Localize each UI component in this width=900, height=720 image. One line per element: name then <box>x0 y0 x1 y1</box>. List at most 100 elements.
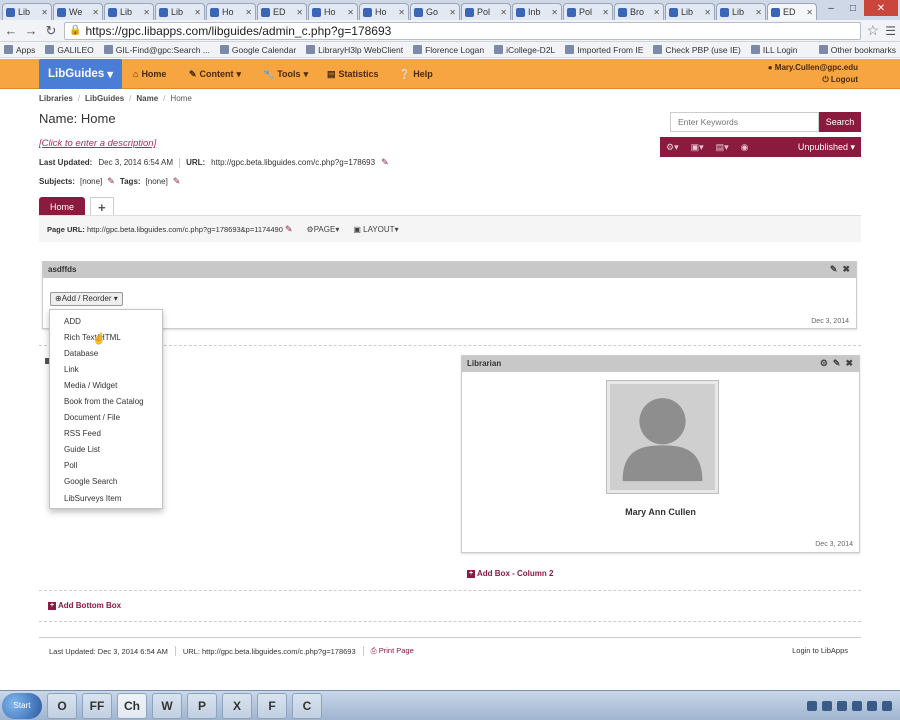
layout-icon[interactable]: ▤▾ <box>716 142 729 153</box>
dropdown-item[interactable]: Document / File <box>50 410 162 426</box>
close-icon[interactable]: ✖ <box>845 358 853 369</box>
url-bar[interactable]: 🔒 https://gpc.libapps.com/libguides/admi… <box>64 21 861 40</box>
taskbar-app[interactable]: O <box>47 692 77 719</box>
bookmark-item[interactable]: Imported From IE <box>565 45 643 55</box>
layout-options-button[interactable]: ▣ LAYOUT▾ <box>353 225 398 234</box>
bookmark-item[interactable]: LibraryH3lp WebClient <box>306 45 403 55</box>
login-libapps-link[interactable]: Login to LibApps <box>792 646 848 655</box>
bookmark-item[interactable]: Check PBP (use IE) <box>653 45 741 55</box>
close-tab-icon[interactable]: ✕ <box>296 8 303 17</box>
browser-tab[interactable]: We ✕ <box>53 3 103 20</box>
gear-icon[interactable]: ⚙ <box>820 358 828 369</box>
nav-home[interactable]: ⌂ Home <box>133 59 166 89</box>
start-button[interactable]: Start <box>2 692 42 719</box>
bookmark-item[interactable]: Apps <box>4 45 35 55</box>
edit-url-icon[interactable]: ✎ <box>381 157 389 168</box>
browser-tab[interactable]: Lib ✕ <box>716 3 766 20</box>
maximize-icon[interactable]: □ <box>842 0 864 16</box>
browser-tab[interactable]: Lib ✕ <box>155 3 205 20</box>
taskbar-app[interactable]: FF <box>82 692 112 719</box>
back-arrow-icon[interactable]: ← <box>4 23 18 38</box>
close-tab-icon[interactable]: ✕ <box>449 8 456 17</box>
box-title[interactable]: Librarian <box>467 359 501 368</box>
edit-tags-icon[interactable]: ✎ <box>173 176 181 187</box>
close-tab-icon[interactable]: ✕ <box>347 8 354 17</box>
browser-tab[interactable]: Ho ✕ <box>206 3 256 20</box>
forward-arrow-icon[interactable]: → <box>24 23 38 38</box>
other-bookmarks[interactable]: Other bookmarks <box>818 45 896 55</box>
dropdown-item[interactable]: Guide List <box>50 442 162 458</box>
close-tab-icon[interactable]: ✕ <box>41 8 48 17</box>
volume-icon[interactable] <box>882 700 892 711</box>
bookmark-item[interactable]: Google Calendar <box>219 45 296 55</box>
close-tab-icon[interactable]: ✕ <box>398 8 405 17</box>
network-icon[interactable] <box>867 700 877 711</box>
dropdown-item[interactable]: Database <box>50 345 162 361</box>
bookmark-item[interactable]: iCollege-D2L <box>494 45 555 55</box>
add-page-button[interactable]: + <box>90 197 114 216</box>
add-box-column-2[interactable]: + Add Box - Column 2 <box>467 569 553 578</box>
taskbar-app[interactable]: F <box>257 692 287 719</box>
nav-tools[interactable]: 🔧 Tools ▾ <box>263 59 308 89</box>
browser-tab[interactable]: ED ✕ <box>257 3 307 20</box>
browser-tab[interactable]: Inb ✕ <box>512 3 562 20</box>
pencil-icon[interactable]: ✎ <box>830 264 838 275</box>
close-tab-icon[interactable]: ✕ <box>602 8 609 17</box>
browser-tab[interactable]: Ho ✕ <box>308 3 358 20</box>
browser-tab[interactable]: Go ✕ <box>410 3 460 20</box>
taskbar-app[interactable]: W <box>152 692 182 719</box>
browser-tab[interactable]: Pol ✕ <box>563 3 613 20</box>
browser-tab[interactable]: ED ✕ <box>767 3 817 20</box>
edit-page-url-icon[interactable]: ✎ <box>285 224 293 234</box>
breadcrumb-libguides[interactable]: LibGuides <box>85 94 124 103</box>
tray-icon[interactable] <box>837 700 847 711</box>
dropdown-item[interactable]: Media / Widget <box>50 377 162 393</box>
edit-subjects-icon[interactable]: ✎ <box>107 176 115 187</box>
close-tab-icon[interactable]: ✕ <box>245 8 252 17</box>
tray-icon[interactable] <box>822 700 832 711</box>
dropdown-item[interactable]: LibSurveys Item <box>50 490 162 506</box>
libguides-menu-button[interactable]: LibGuides ▾ <box>39 59 122 89</box>
tab-home[interactable]: Home <box>39 197 86 216</box>
user-menu[interactable]: ● Mary.Cullen@gpc.edu ⏻ Logout <box>768 62 858 86</box>
user-email[interactable]: ● Mary.Cullen@gpc.edu <box>768 62 858 74</box>
pencil-icon[interactable]: ✎ <box>833 358 841 369</box>
close-window-icon[interactable]: ✕ <box>864 0 898 16</box>
close-tab-icon[interactable]: ✕ <box>551 8 558 17</box>
description-link[interactable]: [Click to enter a description] <box>39 138 156 149</box>
nav-help[interactable]: ❔ Help <box>399 59 433 89</box>
add-reorder-button[interactable]: ⊕Add / Reorder ▾ <box>50 292 123 306</box>
taskbar-app[interactable]: C <box>292 692 322 719</box>
close-tab-icon[interactable]: ✕ <box>704 8 711 17</box>
star-icon[interactable]: ☆ <box>867 22 880 39</box>
close-tab-icon[interactable]: ✕ <box>194 8 201 17</box>
tray-icon[interactable] <box>852 700 862 711</box>
logout-link[interactable]: ⏻ Logout <box>768 74 858 86</box>
print-page-link[interactable]: ⎙ Print Page <box>371 646 414 656</box>
nav-statistics[interactable]: ▤ Statistics <box>327 59 379 89</box>
close-icon[interactable]: ✖ <box>842 264 850 275</box>
browser-tab[interactable]: Ho ✕ <box>359 3 409 20</box>
dropdown-item[interactable]: Google Search <box>50 474 162 490</box>
nav-content[interactable]: ✎ Content ▾ <box>189 59 241 89</box>
tray-icon[interactable] <box>807 700 817 711</box>
close-tab-icon[interactable]: ✕ <box>143 8 150 17</box>
taskbar-app[interactable]: X <box>222 692 252 719</box>
breadcrumb-libraries[interactable]: Libraries <box>39 94 73 103</box>
bookmark-item[interactable]: ILL Login <box>750 45 798 55</box>
close-tab-icon[interactable]: ✕ <box>92 8 99 17</box>
close-tab-icon[interactable]: ✕ <box>806 8 813 17</box>
browser-tab[interactable]: Pol ✕ <box>461 3 511 20</box>
taskbar-app[interactable]: Ch <box>117 692 147 719</box>
add-bottom-box[interactable]: + Add Bottom Box <box>48 601 121 610</box>
bookmark-item[interactable]: GALILEO <box>45 45 94 55</box>
bookmark-item[interactable]: Florence Logan <box>413 45 484 55</box>
dropdown-item[interactable]: Link <box>50 361 162 377</box>
reload-icon[interactable]: ↻ <box>44 23 58 39</box>
page-options-button[interactable]: ⚙PAGE▾ <box>307 225 340 234</box>
bookmark-item[interactable]: GIL-Find@gpc:Search ... <box>103 45 210 55</box>
image-icon[interactable]: ▣▾ <box>691 142 704 153</box>
box-title[interactable]: asdffds <box>48 265 76 274</box>
dropdown-item[interactable]: Rich Text/HTML <box>50 329 162 345</box>
taskbar-app[interactable]: P <box>187 692 217 719</box>
